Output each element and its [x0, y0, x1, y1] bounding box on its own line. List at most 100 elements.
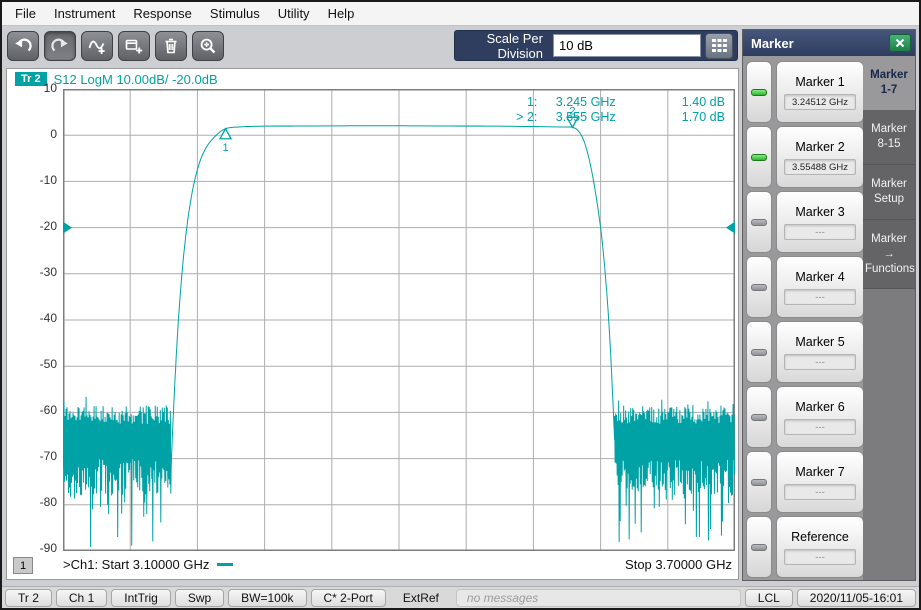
- marker-2-enable-toggle[interactable]: [746, 126, 772, 188]
- y-axis-tick: -90: [13, 541, 57, 555]
- led-indicator: [751, 219, 767, 226]
- marker2-readout-amp: 1.70 dB: [682, 110, 725, 124]
- status-bar: Tr 2 Ch 1 IntTrig Swp BW=100k C* 2-Port …: [2, 586, 919, 608]
- marker-5-button[interactable]: Marker 5 ---: [776, 321, 864, 383]
- marker-button-label: Marker 4: [795, 270, 844, 284]
- marker-6-button[interactable]: Marker 6 ---: [776, 386, 864, 448]
- marker-5-enable-toggle[interactable]: [746, 321, 772, 383]
- zoom-magnifier-icon: [198, 36, 218, 56]
- zoom-button[interactable]: [192, 31, 224, 61]
- add-trace-button[interactable]: [81, 31, 113, 61]
- tab-marker-functions[interactable]: Marker → Functions: [863, 220, 915, 290]
- marker-rows: Marker 1 3.24512 GHz Marker 2 3.55488 GH…: [746, 61, 864, 578]
- scale-per-division-label: Scale Per Division: [459, 31, 553, 61]
- marker-row: Marker 1 3.24512 GHz: [746, 61, 864, 123]
- marker-3-enable-toggle[interactable]: [746, 191, 772, 253]
- menu-response[interactable]: Response: [124, 2, 201, 25]
- reference-level-indicator-left[interactable]: [63, 222, 72, 234]
- marker-1-button[interactable]: Marker 1 3.24512 GHz: [776, 61, 864, 123]
- stimulus-stop-label: Stop 3.70000 GHz: [625, 557, 732, 572]
- tab-marker-1-7[interactable]: Marker 1-7: [863, 56, 915, 110]
- numeric-keypad-icon: [711, 38, 728, 53]
- led-indicator: [751, 284, 767, 291]
- toolbar: Scale Per Division: [2, 26, 740, 66]
- chart-footer: 1 >Ch1: Start 3.10000 GHz Stop 3.70000 G…: [7, 555, 738, 577]
- tab-marker-setup[interactable]: Marker Setup: [863, 165, 915, 220]
- marker-row: Marker 2 3.55488 GHz: [746, 126, 864, 188]
- marker-button-label: Marker 2: [795, 140, 844, 154]
- close-panel-button[interactable]: [889, 34, 911, 52]
- marker-7-button[interactable]: Marker 7 ---: [776, 451, 864, 513]
- status-lcl[interactable]: LCL: [745, 589, 793, 607]
- scale-per-division-input[interactable]: [553, 34, 701, 57]
- led-indicator: [751, 544, 767, 551]
- status-calibration[interactable]: C* 2-Port: [311, 589, 386, 607]
- tab-marker-8-15[interactable]: Marker 8-15: [863, 110, 915, 165]
- marker-button-value: ---: [784, 354, 856, 370]
- marker-row: Marker 7 ---: [746, 451, 864, 513]
- led-indicator: [751, 89, 767, 96]
- redo-button[interactable]: [44, 31, 76, 61]
- y-axis-tick: -30: [13, 265, 57, 279]
- status-datetime: 2020/11/05-16:01: [797, 589, 916, 607]
- plot-area[interactable]: 12 1: 3.245 GHz 1.40 dB > 2: 3.555 GHz 1…: [63, 89, 735, 551]
- s12-trace-plot[interactable]: 12 1: 3.245 GHz 1.40 dB > 2: 3.555 GHz 1…: [63, 89, 735, 551]
- marker-panel-title: Marker: [751, 36, 889, 51]
- marker-3-button[interactable]: Marker 3 ---: [776, 191, 864, 253]
- marker-1-enable-toggle[interactable]: [746, 61, 772, 123]
- menu-stimulus[interactable]: Stimulus: [201, 2, 269, 25]
- menu-bar: File Instrument Response Stimulus Utilit…: [2, 2, 919, 26]
- status-bandwidth[interactable]: BW=100k: [228, 589, 306, 607]
- keypad-button[interactable]: [705, 33, 733, 59]
- delete-button[interactable]: [155, 31, 187, 61]
- y-axis-tick: -40: [13, 311, 57, 325]
- marker-button-label: Marker 5: [795, 335, 844, 349]
- marker-button-value: ---: [784, 549, 856, 565]
- menu-file[interactable]: File: [6, 2, 45, 25]
- trace-legend-dash: [217, 563, 233, 566]
- status-message-field: no messages: [456, 589, 741, 607]
- y-axis-tick: -20: [13, 219, 57, 233]
- marker-6-enable-toggle[interactable]: [746, 386, 772, 448]
- add-window-button[interactable]: [118, 31, 150, 61]
- y-axis-tick: -60: [13, 403, 57, 417]
- reference-marker-enable-toggle[interactable]: [746, 516, 772, 578]
- channel-1-display-window: Tr 2 S12 LogM 10.00dB/ -20.0dB 10 0 -10 …: [6, 68, 739, 580]
- menu-help[interactable]: Help: [319, 2, 364, 25]
- marker-button-label: Marker 3: [795, 205, 844, 219]
- scale-per-division-panel: Scale Per Division: [454, 30, 738, 61]
- led-indicator: [751, 349, 767, 356]
- delete-trash-icon: [161, 36, 181, 56]
- y-axis-tick: -70: [13, 449, 57, 463]
- undo-button[interactable]: [7, 31, 39, 61]
- marker-button-value: 3.55488 GHz: [784, 159, 856, 175]
- marker2-readout-id: > 2:: [516, 110, 537, 124]
- status-extref[interactable]: ExtRef: [390, 589, 452, 607]
- status-sweep[interactable]: Swp: [175, 589, 224, 607]
- led-indicator: [751, 479, 767, 486]
- marker-button-value: ---: [784, 484, 856, 500]
- y-axis-tick: -80: [13, 495, 57, 509]
- status-channel[interactable]: Ch 1: [56, 589, 107, 607]
- status-trigger[interactable]: IntTrig: [111, 589, 171, 607]
- marker-button-value: ---: [784, 224, 856, 240]
- redo-icon: [50, 36, 70, 56]
- marker-2-button[interactable]: Marker 2 3.55488 GHz: [776, 126, 864, 188]
- reference-level-indicator-right[interactable]: [726, 222, 735, 234]
- marker-7-enable-toggle[interactable]: [746, 451, 772, 513]
- add-trace-icon: [87, 36, 107, 56]
- status-trace[interactable]: Tr 2: [5, 589, 52, 607]
- trace-measurement-label: S12 LogM 10.00dB/ -20.0dB: [54, 72, 218, 87]
- y-axis-tick: -50: [13, 357, 57, 371]
- marker-4-enable-toggle[interactable]: [746, 256, 772, 318]
- marker-4-button[interactable]: Marker 4 ---: [776, 256, 864, 318]
- trace-marker-1-label: 1: [222, 142, 228, 154]
- channel-number-badge[interactable]: 1: [13, 557, 33, 574]
- reference-marker-button[interactable]: Reference ---: [776, 516, 864, 578]
- marker-softkey-panel: Marker Marker 1 3.24512 GHz: [742, 29, 916, 581]
- led-indicator: [751, 154, 767, 161]
- marker-button-label: Marker 7: [795, 465, 844, 479]
- menu-utility[interactable]: Utility: [269, 2, 319, 25]
- y-axis-tick: -10: [13, 173, 57, 187]
- menu-instrument[interactable]: Instrument: [45, 2, 124, 25]
